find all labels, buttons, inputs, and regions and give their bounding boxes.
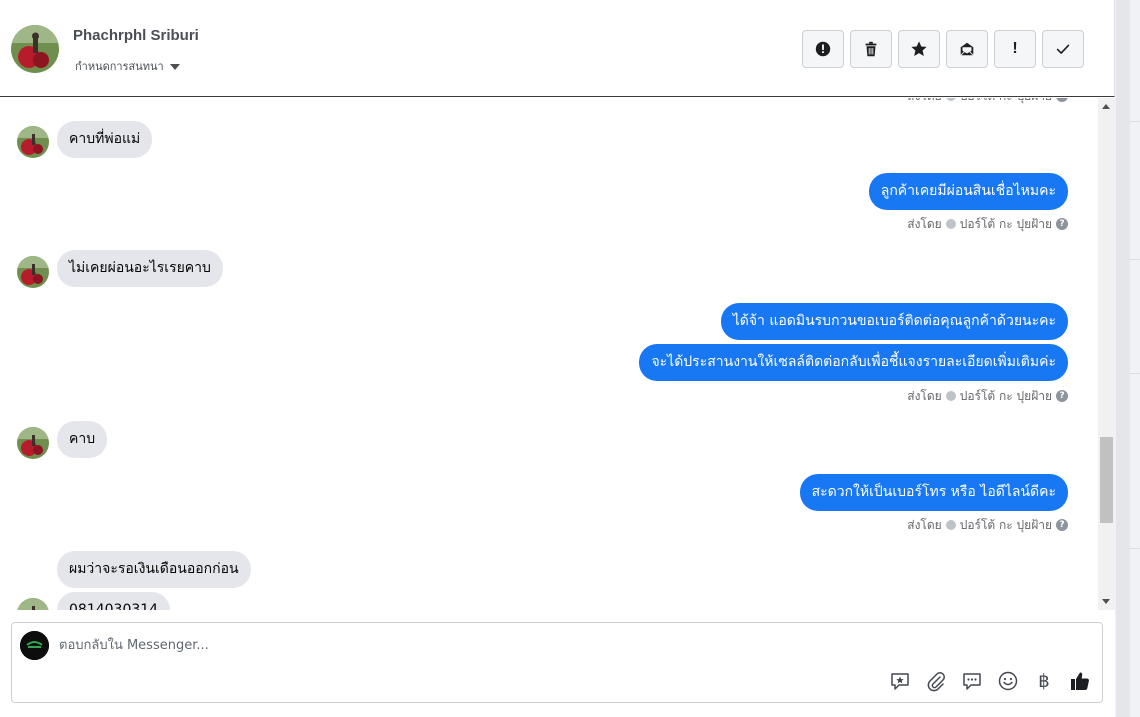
contact-avatar-small <box>17 256 49 288</box>
saved-reply-icon <box>891 673 909 690</box>
sent-by-line: ส่งโดย ปอร์โต้ กะ ปุยฝ้าย ? <box>907 98 1068 104</box>
checkmark-icon <box>1056 44 1070 54</box>
mark-spam-button[interactable] <box>802 30 844 68</box>
divider <box>1130 548 1140 549</box>
incoming-message[interactable]: ผมว่าจะรอเงินเดือนออกก่อน <box>57 551 251 588</box>
emoji-button[interactable] <box>996 669 1020 693</box>
incoming-message[interactable]: 0814030314 <box>57 592 171 610</box>
scrollbar-thumb[interactable] <box>1100 437 1113 523</box>
background-page-strip <box>1116 0 1130 717</box>
contact-avatar-small <box>17 427 49 459</box>
sent-by-label: ส่งโดย <box>907 216 942 231</box>
contact-avatar[interactable] <box>11 25 59 73</box>
incoming-message[interactable]: คาบ <box>57 421 108 458</box>
page-avatar <box>20 631 49 660</box>
sent-by-label: ส่งโดย <box>907 388 942 403</box>
reply-input[interactable] <box>59 635 959 655</box>
mark-done-button[interactable] <box>1042 30 1084 68</box>
divider <box>1130 373 1140 374</box>
outgoing-message[interactable]: จะได้ประสานงานให้เซลล์ติดต่อกลับเพื่อชี้… <box>639 344 1068 381</box>
outgoing-message[interactable]: ได้จ้า แอดมินรบกวนขอเบอร์ติดต่อคุณลูกค้า… <box>720 303 1068 340</box>
mark-important-button[interactable]: ! <box>994 30 1036 68</box>
quick-reply-button[interactable] <box>960 669 984 693</box>
assign-conversation-dropdown[interactable]: กำหนดการสนทนา <box>75 57 180 75</box>
assign-conversation-label: กำหนดการสนทนา <box>75 60 164 73</box>
sender-name: ปอร์โต้ กะ ปุยฝ้าย <box>959 388 1052 403</box>
payment-button[interactable]: ฿ <box>1032 669 1056 693</box>
check-circle-icon <box>945 391 956 401</box>
reply-composer: ฿ <box>11 622 1103 703</box>
help-icon[interactable]: ? <box>1056 390 1068 402</box>
sender-name: ปอร์โต้ กะ ปุยฝ้าย <box>960 98 1052 106</box>
outgoing-message[interactable]: สะดวกให้เป็นเบอร์โทร หรือ ไอดีไลน์ดีคะ <box>799 474 1068 511</box>
check-circle-icon <box>945 219 956 229</box>
emoji-icon <box>998 671 1018 691</box>
incoming-message[interactable]: คาบที่พ่อแม่ <box>57 121 153 158</box>
divider <box>1130 121 1140 122</box>
star-button[interactable] <box>898 30 940 68</box>
attachment-icon <box>927 672 945 692</box>
move-to-inbox-button[interactable] <box>946 30 988 68</box>
like-button[interactable] <box>1068 669 1092 693</box>
sent-by-line: ส่งโดย ปอร์โต้ กะ ปุยฝ้าย ? <box>907 517 1068 533</box>
saved-reply-button[interactable] <box>888 669 912 693</box>
message-thread: ส่งโดย ปอร์โต้ กะ ปุยฝ้าย ? คาบที่พ่อแม่… <box>0 98 1098 610</box>
check-circle-icon <box>945 98 956 101</box>
exclamation-icon: ! <box>1012 40 1018 57</box>
help-icon[interactable]: ? <box>1056 218 1068 230</box>
delete-button[interactable] <box>850 30 892 68</box>
incoming-message[interactable]: ไม่เคยผ่อนอะไรเรยคาบ <box>57 250 223 287</box>
sent-by-label: ส่งโดย <box>907 517 942 532</box>
conversation-toolbar: ! <box>802 30 1084 68</box>
baht-payment-icon: ฿ <box>1038 670 1050 692</box>
trash-icon <box>865 41 877 57</box>
sent-by-line: ส่งโดย ปอร์โต้ กะ ปุยฝ้าย ? <box>907 388 1068 404</box>
scroll-down-arrow-icon[interactable] <box>1102 599 1110 604</box>
contact-name: Phachrphl Sriburi <box>73 27 199 44</box>
sent-by-line: ส่งโดย ปอร์โต้ กะ ปุยฝ้าย ? <box>907 216 1068 232</box>
sender-name: ปอร์โต้ กะ ปุยฝ้าย <box>959 517 1052 532</box>
attach-file-button[interactable] <box>924 669 948 693</box>
outgoing-message[interactable]: ลูกค้าเคยมีผ่อนสินเชื่อไหมคะ <box>868 173 1068 210</box>
star-icon <box>911 41 927 57</box>
sender-name: ปอร์โต้ กะ ปุยฝ้าย <box>959 216 1052 231</box>
composer-tools: ฿ <box>888 669 1092 693</box>
check-circle-icon <box>945 520 956 530</box>
help-icon[interactable]: ? <box>1056 519 1068 531</box>
divider <box>1130 259 1140 260</box>
contact-avatar-small <box>17 598 49 610</box>
conversation-header: Phachrphl Sriburi กำหนดการสนทนา ! <box>0 0 1115 97</box>
move-to-inbox-icon <box>960 42 974 56</box>
scroll-up-arrow-icon[interactable] <box>1102 104 1110 109</box>
contact-avatar-small <box>17 126 49 158</box>
thumbs-up-icon <box>1071 672 1089 690</box>
caret-down-icon <box>169 63 180 70</box>
thread-scrollbar[interactable] <box>1098 98 1115 610</box>
alert-circle-icon <box>815 41 831 57</box>
sent-by-label: ส่งโดย <box>907 98 941 106</box>
help-icon[interactable]: ? <box>1056 98 1068 102</box>
chat-bubble-icon <box>963 673 981 690</box>
